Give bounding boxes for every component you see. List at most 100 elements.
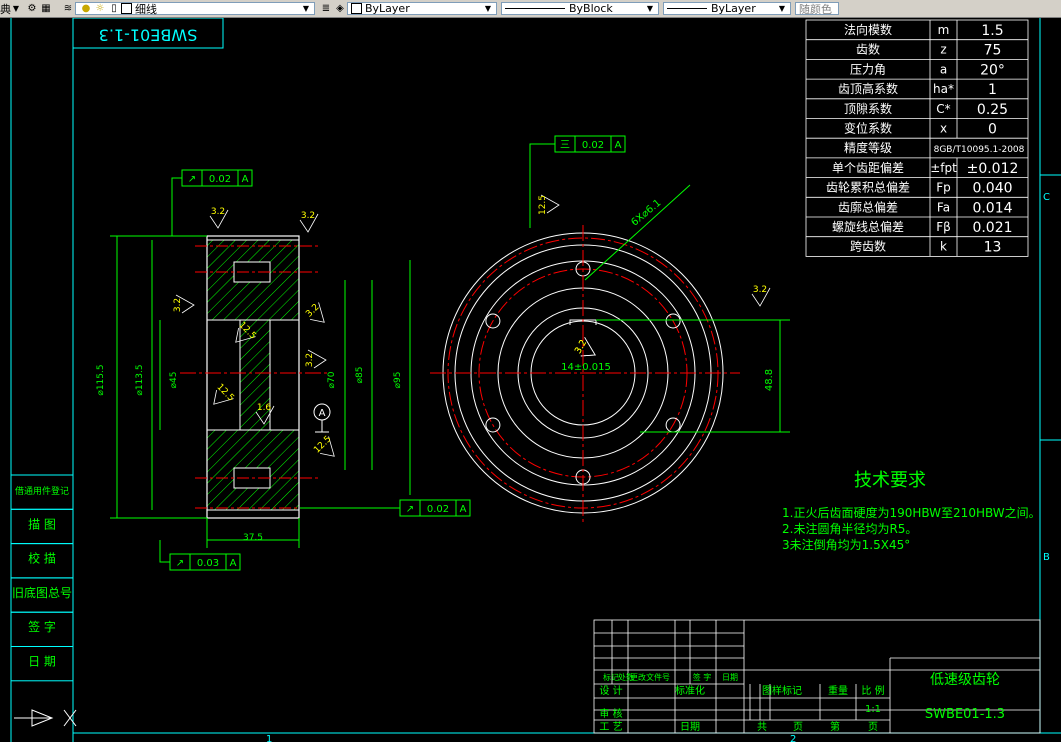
param-value: 75 xyxy=(984,43,1002,59)
drawing-canvas[interactable]: B C 1 2 SWBE01-1.3 法向模数 m 1.5 齿数 z 75 压力角 a 20° 齿… xyxy=(0,18,1061,742)
param-label: 齿顶高系数 xyxy=(838,81,898,96)
tb-scale-value: 1:1 xyxy=(865,704,881,715)
param-value: ±0.012 xyxy=(967,161,1019,177)
tb-drawing-no: SWBE01-1.3 xyxy=(925,707,1005,722)
sun-icon[interactable]: ☼ xyxy=(93,2,107,15)
param-value: 0.040 xyxy=(972,181,1012,197)
color-combo[interactable]: ByLayer ▼ xyxy=(347,2,497,15)
dim-web-diameter: ⌀85 xyxy=(355,367,365,384)
roughness-mark: 3.2 xyxy=(173,294,195,314)
registration-label: 描 图 xyxy=(28,517,56,531)
lock-icon[interactable]: ▯ xyxy=(107,2,121,15)
rotated-drawing-number: SWBE01-1.3 xyxy=(72,18,224,49)
roughness-mark: 3.2 xyxy=(304,302,325,323)
param-label: 齿轮累积总偏差 xyxy=(826,180,910,195)
make-current-icon[interactable]: ≣ xyxy=(319,2,333,15)
plotstyle-value: 随颜色 xyxy=(799,2,832,16)
tb-review: 审 核 xyxy=(599,707,622,720)
lineweight-combo[interactable]: ByLayer ▼ xyxy=(663,2,791,15)
param-value: 13 xyxy=(984,240,1002,256)
tolerance-symbol: 三 xyxy=(560,140,570,151)
param-label: 精度等级 xyxy=(844,140,892,155)
param-value: 0.25 xyxy=(977,102,1008,118)
tb-weight: 重量 xyxy=(828,684,848,697)
ucs-icon xyxy=(14,709,77,727)
tolerance-symbol: ↗ xyxy=(188,174,196,185)
roughness-value: 3.2 xyxy=(305,353,315,367)
drawing-number-rotated: SWBE01-1.3 xyxy=(99,26,198,45)
dim-keyway-depth: 48.8 xyxy=(764,369,775,391)
tolerance-frame: ↗ 0.02 A xyxy=(181,169,253,187)
param-symbol: C* xyxy=(936,102,950,116)
param-symbol: ±fpt xyxy=(930,161,957,175)
registration-label: 签 字 xyxy=(28,619,56,634)
param-symbol: x xyxy=(940,122,947,136)
registration-label: 校 描 xyxy=(28,551,56,566)
properties-toolbar: 典 ▼ ⚙ ▦ ≋ ● ☼ ▯ 细线 ▼ ≣ ◈ ByLayer ▼ ByBlo… xyxy=(0,0,1061,18)
chevron-down-icon[interactable]: ▼ xyxy=(645,2,655,15)
param-label: 压力角 xyxy=(850,62,886,76)
color-value: ByLayer xyxy=(365,2,410,15)
lightbulb-icon[interactable]: ● xyxy=(79,2,93,15)
param-label: 齿廓总偏差 xyxy=(838,199,898,214)
param-value: 1.5 xyxy=(981,23,1003,39)
dim-outer-diameter: ⌀115.5 xyxy=(96,364,106,395)
roughness-mark: 12.5 xyxy=(312,434,335,457)
tb-page: 页 xyxy=(868,721,878,733)
tolerance-datum: A xyxy=(460,504,467,515)
tolerance-value: 0.02 xyxy=(427,504,449,515)
roughness-value: 3.2 xyxy=(211,207,225,217)
lineweight-sample xyxy=(667,8,707,9)
chevron-down-icon[interactable]: ▼ xyxy=(483,2,493,15)
gear-icon[interactable]: ⚙ xyxy=(25,2,39,15)
tolerance-leader xyxy=(159,540,170,563)
chevron-down-icon[interactable]: ▼ xyxy=(777,2,787,15)
gear-section-view[interactable] xyxy=(180,235,330,519)
linetype-sample xyxy=(505,8,565,9)
param-value: 20° xyxy=(980,62,1005,78)
roughness-mark: 3.2 xyxy=(751,285,771,307)
tb-part-name: 低速级齿轮 xyxy=(930,672,1000,688)
tolerance-frame: ↗ 0.03 A xyxy=(169,553,241,571)
tech-title: 技术要求 xyxy=(854,470,926,491)
tb-design: 设 计 xyxy=(599,684,622,697)
dim-rim-diameter: ⌀95 xyxy=(393,372,403,389)
tolerance-frame: ↗ 0.02 A xyxy=(399,499,471,517)
zone-mark-c: C xyxy=(1043,192,1050,203)
tb-date: 日期 xyxy=(680,721,700,733)
tb-header-change: 更改文件号 xyxy=(630,672,670,682)
roughness-value: 12.5 xyxy=(312,434,333,455)
gear-parameter-table: 法向模数 m 1.5 齿数 z 75 压力角 a 20° 齿顶高系数 ha* 1 顶隙系数 C* 0.25 变… xyxy=(805,19,1029,257)
tolerance-leader xyxy=(171,177,182,236)
lineweight-value: ByLayer xyxy=(711,2,756,15)
registration-label: 旧底图总号 xyxy=(12,585,72,600)
tolerance-frame: 三 0.02 A xyxy=(554,135,626,153)
tolerance-value: 0.02 xyxy=(209,174,231,185)
param-label: 螺旋线总偏差 xyxy=(832,219,904,234)
roughness-mark: 12.5 xyxy=(213,382,236,405)
param-symbol: m xyxy=(938,23,950,37)
layer-manager-icon[interactable]: ▦ xyxy=(39,2,53,15)
chevron-down-icon[interactable]: ▼ xyxy=(301,2,311,15)
layer-combo[interactable]: ● ☼ ▯ 细线 ▼ xyxy=(75,2,315,16)
plotstyle-combo: 随颜色 xyxy=(795,2,839,16)
roughness-mark: 12.5 xyxy=(538,194,560,215)
color-swatch xyxy=(351,3,362,14)
param-symbol: a xyxy=(940,62,947,76)
param-symbol: z xyxy=(940,43,946,57)
chevron-down-icon[interactable]: ▼ xyxy=(11,2,21,15)
tolerance-datum: A xyxy=(242,174,249,185)
param-value: 0.021 xyxy=(972,220,1012,236)
layers-stack-icon[interactable]: ≋ xyxy=(61,2,75,15)
workspace-combo[interactable]: 典 ▼ xyxy=(0,1,21,16)
registration-label: 日 期 xyxy=(28,655,56,669)
param-label: 跨齿数 xyxy=(850,239,886,254)
tech-item-1: 1.正火后齿面硬度为190HBW至210HBW之间。 xyxy=(782,505,1041,520)
param-value: 0 xyxy=(988,122,997,138)
param-symbol: k xyxy=(940,240,947,254)
param-value: 0.014 xyxy=(972,200,1012,216)
layer-previous-icon[interactable]: ◈ xyxy=(333,2,347,15)
roughness-value: 12.5 xyxy=(214,382,235,403)
linetype-combo[interactable]: ByBlock ▼ xyxy=(501,2,659,15)
gear-front-view[interactable] xyxy=(430,225,740,522)
